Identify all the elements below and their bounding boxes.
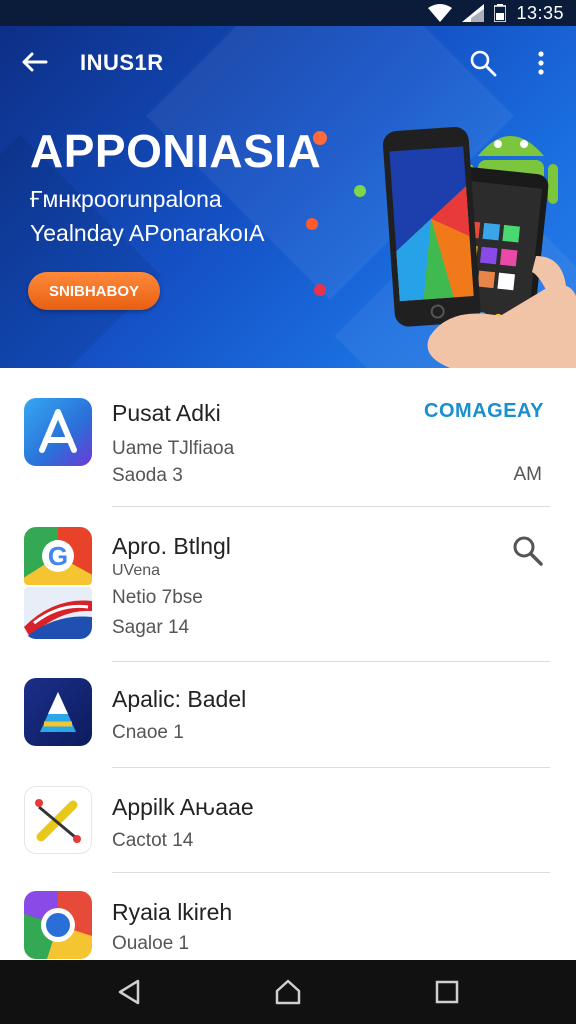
list-item[interactable]: Ryaia lkireh Oualoe 1 [0,873,576,960]
signal-icon [462,4,485,22]
svg-text:G: G [48,541,68,571]
hero-title: APPONIASIA [30,125,322,177]
install-link[interactable]: COMAGEAY [424,400,544,423]
app-name: Apro. Btlngl [112,533,231,559]
app-store-icon [24,398,92,466]
chrome-colorful-icon [24,891,92,959]
app-line2: Netio 7bse [112,587,203,608]
app-meta: AM [513,464,543,485]
app-name: Pusat Adki [112,400,221,426]
recents-icon[interactable] [432,977,462,1007]
hero-subtitle-line1: Ғмнкрoorunpalona [30,186,222,212]
more-vert-icon[interactable] [528,48,554,78]
app-name: Ryaia lkireh [112,899,233,925]
status-time: 13:35 [516,2,564,23]
app-line3: Sagar 14 [112,617,190,638]
app-line1: Uame TJlfiaoa [112,438,235,459]
app-line2: Saoda 3 [112,465,183,486]
list-item[interactable]: G Apro. Btlngl UVena Netio 7bse Sagar 14 [0,507,576,662]
letter-a-app-icon [24,678,92,746]
list-item[interactable]: Pusat Adki Uame TJlfiaoa Saoda 3 COMAGEA… [0,368,576,507]
home-icon[interactable] [273,977,303,1007]
search-icon[interactable] [510,533,544,567]
cta-button[interactable]: SNIBHABOY [28,272,160,310]
search-icon[interactable] [468,48,498,78]
toolbar-title: INUS1R [80,50,164,75]
app-line1: Cnaoe 1 [112,722,184,743]
navigation-bar [0,960,576,1024]
back-triangle-icon[interactable] [114,977,144,1007]
app-line1: UVena [112,562,161,579]
app-name: Appilk Aԋaae [112,794,254,820]
back-arrow-icon[interactable] [18,46,50,78]
hero-banner: INUS1R APPONIASIA Ғмнкрoorunpalona Yealn… [0,26,576,368]
tools-app-icon [24,786,92,854]
battery-icon [494,4,507,22]
list-item[interactable]: Apalic: Badel Cnaoe 1 [0,662,576,768]
list-item[interactable]: Appilk Aԋaae Cactot 14 [0,768,576,873]
app-line1: Cactot 14 [112,830,194,851]
app-list: Pusat Adki Uame TJlfiaoa Saoda 3 COMAGEA… [0,368,576,960]
hero-subtitle-line2: Yealnday APonarakoıA [30,220,265,246]
chrome-icon: G [24,527,92,585]
airline-logo-icon [24,587,92,639]
wifi-icon [428,4,453,22]
status-bar: 13:35 [0,0,576,26]
app-line1: Oualoe 1 [112,933,190,954]
hero-phones-illustration [306,126,576,368]
app-name: Apalic: Badel [112,686,247,712]
